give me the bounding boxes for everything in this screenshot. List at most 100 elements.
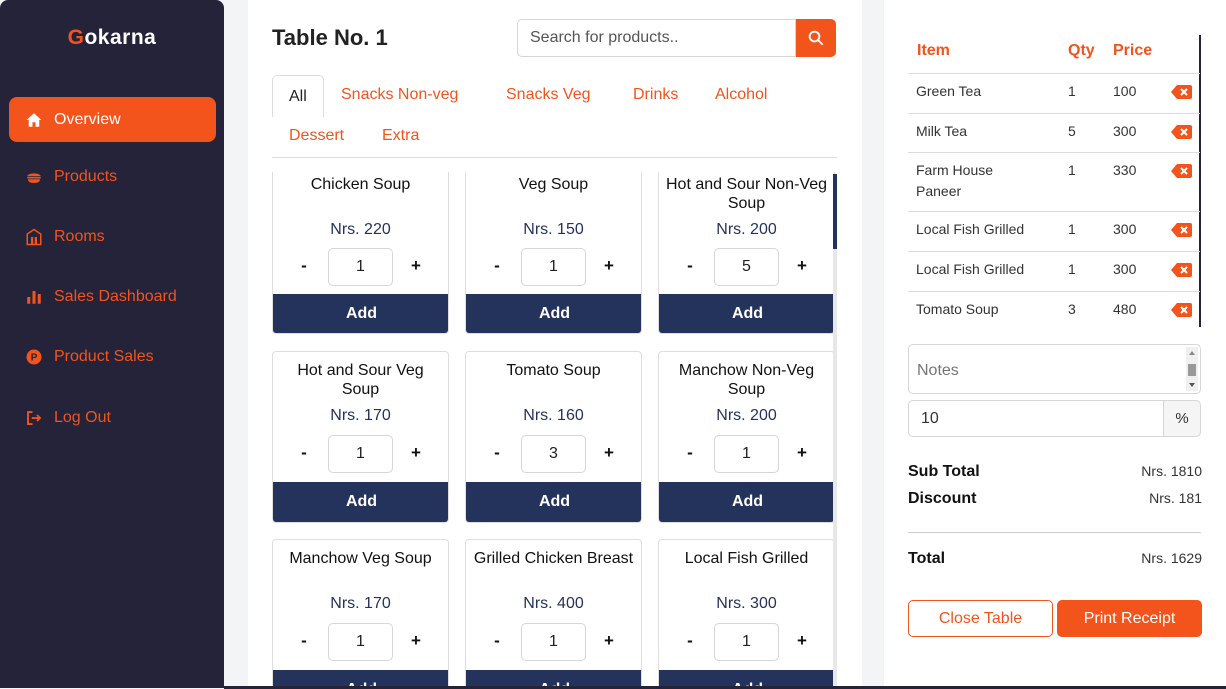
order-item-qty: 3 xyxy=(1068,301,1076,317)
increase-qty-button[interactable]: + xyxy=(406,443,426,463)
increase-qty-button[interactable]: + xyxy=(406,256,426,276)
increase-qty-button[interactable]: + xyxy=(599,631,619,651)
backspace-icon[interactable] xyxy=(1171,125,1192,139)
product-grid-scrollbar[interactable] xyxy=(833,174,837,689)
tab-drinks[interactable]: Drinks xyxy=(633,86,678,104)
order-item-price: 300 xyxy=(1113,123,1137,139)
notes-scrollbar[interactable] xyxy=(1186,347,1198,391)
sidebar-item-product-sales[interactable]: P Product Sales xyxy=(9,334,216,379)
discount-input[interactable] xyxy=(908,400,1164,437)
add-button[interactable]: Add xyxy=(273,294,448,333)
scrollbar-thumb[interactable] xyxy=(833,174,837,249)
product-name: Grilled Chicken Breast xyxy=(473,550,634,567)
increase-qty-button[interactable]: + xyxy=(599,443,619,463)
product-card: Hot and Sour Non-Veg Soup Nrs. 200 - + A… xyxy=(658,172,835,334)
total-label: Total xyxy=(908,550,946,567)
order-item-price: 300 xyxy=(1113,261,1137,277)
decrease-qty-button[interactable]: - xyxy=(487,256,507,276)
svg-text:P: P xyxy=(31,352,38,363)
increase-qty-button[interactable]: + xyxy=(792,631,812,651)
increase-qty-button[interactable]: + xyxy=(792,256,812,276)
percent-addon: % xyxy=(1164,400,1201,437)
add-button[interactable]: Add xyxy=(466,482,641,522)
order-scrollbar[interactable] xyxy=(1199,35,1201,327)
decrease-qty-button[interactable]: - xyxy=(294,443,314,463)
product-card: Veg Soup Nrs. 150 - + Add xyxy=(465,172,642,334)
product-name: Hot and Sour Non-Veg Soup xyxy=(666,176,827,212)
add-button[interactable]: Add xyxy=(273,482,448,522)
search-button[interactable] xyxy=(796,19,836,57)
quantity-input[interactable] xyxy=(521,435,586,473)
product-card: Chicken Soup Nrs. 220 - + Add xyxy=(272,172,449,334)
backspace-icon[interactable] xyxy=(1171,85,1192,99)
backspace-icon[interactable] xyxy=(1171,263,1192,277)
decrease-qty-button[interactable]: - xyxy=(680,631,700,651)
sidebar-item-overview[interactable]: Overview xyxy=(9,97,216,142)
product-price: Nrs. 170 xyxy=(330,407,391,424)
add-button[interactable]: Add xyxy=(659,482,834,522)
tab-alcohol[interactable]: Alcohol xyxy=(715,86,767,104)
quantity-input[interactable] xyxy=(328,248,393,286)
home-icon xyxy=(26,112,42,127)
decrease-qty-button[interactable]: - xyxy=(294,631,314,651)
order-item-qty: 1 xyxy=(1068,83,1076,99)
row-divider xyxy=(908,73,1200,74)
order-header-price: Price xyxy=(1113,42,1153,59)
quantity-input[interactable] xyxy=(714,248,779,286)
sidebar-item-label: Rooms xyxy=(54,227,105,245)
order-item-name: Tomato Soup xyxy=(916,301,999,317)
bar-chart-icon xyxy=(27,290,41,304)
order-item-qty: 5 xyxy=(1068,123,1076,139)
quantity-input[interactable] xyxy=(714,435,779,473)
quantity-input[interactable] xyxy=(521,623,586,661)
increase-qty-button[interactable]: + xyxy=(792,443,812,463)
decrease-qty-button[interactable]: - xyxy=(487,631,507,651)
backspace-icon[interactable] xyxy=(1171,303,1192,317)
decrease-qty-button[interactable]: - xyxy=(487,443,507,463)
search-input[interactable] xyxy=(517,19,796,57)
quantity-input[interactable] xyxy=(328,435,393,473)
search-icon xyxy=(808,30,824,46)
tab-all[interactable]: All xyxy=(272,75,324,117)
product-card: Tomato Soup Nrs. 160 - + Add xyxy=(465,351,642,523)
order-header-qty: Qty xyxy=(1068,42,1095,59)
backspace-icon[interactable] xyxy=(1171,164,1192,178)
tab-snacks-veg[interactable]: Snacks Veg xyxy=(506,86,591,104)
sidebar-item-rooms[interactable]: Rooms xyxy=(9,214,216,259)
order-header-item: Item xyxy=(917,42,950,59)
product-name: Hot and Sour Veg Soup xyxy=(297,362,424,398)
sidebar-item-label: Products xyxy=(54,167,118,185)
product-price: Nrs. 400 xyxy=(523,595,584,612)
product-card: Manchow Non-Veg Soup Nrs. 200 - + Add xyxy=(658,351,835,523)
add-button[interactable]: Add xyxy=(466,294,641,333)
increase-qty-button[interactable]: + xyxy=(599,256,619,276)
sidebar-item-products[interactable]: Products xyxy=(9,154,216,199)
tab-snacks-non-veg[interactable]: Snacks Non-veg xyxy=(341,86,458,104)
product-name: Manchow Veg Soup xyxy=(289,550,432,567)
notes-field[interactable] xyxy=(908,344,1201,394)
order-item-price: 100 xyxy=(1113,83,1137,99)
tab-dessert[interactable]: Dessert xyxy=(289,127,344,145)
add-button[interactable]: Add xyxy=(659,294,834,333)
print-receipt-button[interactable]: Print Receipt xyxy=(1057,600,1202,637)
quantity-input[interactable] xyxy=(328,623,393,661)
increase-qty-button[interactable]: + xyxy=(406,631,426,651)
decrease-qty-button[interactable]: - xyxy=(680,256,700,276)
product-card: Local Fish Grilled Nrs. 300 - + Add xyxy=(658,539,835,689)
total-value: Nrs. 1629 xyxy=(1141,550,1202,566)
close-table-button[interactable]: Close Table xyxy=(908,600,1053,637)
tab-extra[interactable]: Extra xyxy=(382,127,419,145)
backspace-icon[interactable] xyxy=(1171,223,1192,237)
order-item-price: 480 xyxy=(1113,301,1137,317)
sidebar-item-sales-dashboard[interactable]: Sales Dashboard xyxy=(9,274,216,319)
decrease-qty-button[interactable]: - xyxy=(680,443,700,463)
order-item-price: 330 xyxy=(1113,162,1137,178)
logout-icon xyxy=(27,410,42,425)
product-card: Hot and Sour Veg Soup Nrs. 170 - + Add xyxy=(272,351,449,523)
quantity-input[interactable] xyxy=(714,623,779,661)
product-price: Nrs. 160 xyxy=(523,407,584,424)
decrease-qty-button[interactable]: - xyxy=(294,256,314,276)
quantity-input[interactable] xyxy=(521,248,586,286)
product-price: Nrs. 200 xyxy=(716,221,777,238)
sidebar-item-log-out[interactable]: Log Out xyxy=(9,395,216,440)
